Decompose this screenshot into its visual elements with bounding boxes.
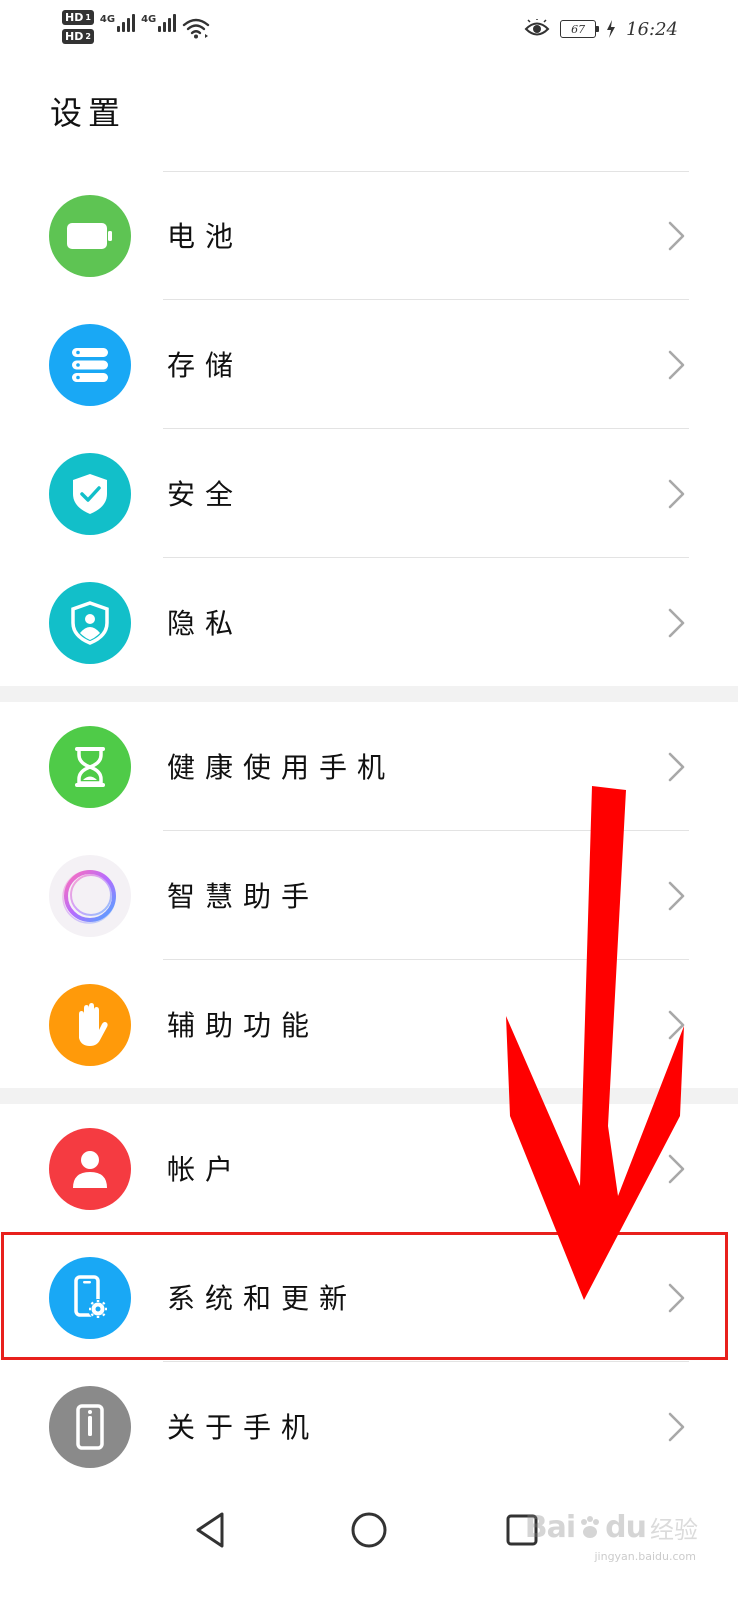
navigation-bar: Bai du 经验 jingyan.baidu.com: [0, 1480, 738, 1600]
settings-item-security[interactable]: 安全: [0, 429, 738, 558]
battery-icon: [49, 195, 131, 277]
chevron-right-icon: [668, 221, 685, 251]
shield-check-icon: [49, 453, 131, 535]
hourglass-icon: [49, 726, 131, 808]
phone-settings-icon: [49, 1257, 131, 1339]
settings-item-label: 帐户: [167, 1153, 244, 1186]
user-icon: [49, 1128, 131, 1210]
status-right: 67 16:24: [524, 14, 678, 44]
settings-item-label: 电池: [167, 220, 244, 253]
settings-item-label: 存储: [167, 349, 244, 382]
battery-indicator: 67: [560, 20, 600, 38]
settings-item-label: 系统和更新: [167, 1282, 358, 1315]
paw-icon: [581, 1515, 600, 1538]
chevron-right-icon: [668, 1010, 685, 1040]
eye-comfort-icon: [524, 19, 550, 36]
signal-sim2-icon: 4G: [141, 14, 177, 32]
watermark-url: jingyan.baidu.com: [594, 1550, 696, 1563]
phone-info-icon: [49, 1386, 131, 1468]
wifi-icon: [183, 18, 210, 39]
settings-item-accounts[interactable]: 帐户: [0, 1104, 738, 1233]
settings-item-label: 健康使用手机: [167, 751, 396, 784]
back-triangle-icon: [196, 1512, 224, 1548]
baidu-watermark: Bai du 经验: [524, 1510, 698, 1545]
settings-group-3: 帐户 系统和更新 关于手机: [0, 1104, 738, 1491]
sim1-hd-badge: HD 1: [62, 10, 94, 25]
assistant-ring-icon: [49, 855, 131, 937]
storage-icon: [49, 324, 131, 406]
settings-item-battery[interactable]: 电池: [0, 171, 738, 300]
settings-item-about-phone[interactable]: 关于手机: [0, 1362, 738, 1491]
group-separator: [0, 1088, 738, 1104]
settings-item-digital-balance[interactable]: 健康使用手机: [0, 702, 738, 831]
chevron-right-icon: [668, 479, 685, 509]
settings-item-storage[interactable]: 存储: [0, 300, 738, 429]
chevron-right-icon: [668, 1283, 685, 1313]
group-separator: [0, 686, 738, 702]
settings-item-label: 隐私: [167, 607, 244, 640]
settings-item-label: 关于手机: [167, 1411, 320, 1444]
settings-item-privacy[interactable]: 隐私: [0, 558, 738, 687]
chevron-right-icon: [668, 1154, 685, 1184]
settings-item-smart-assistant[interactable]: 智慧助手: [0, 831, 738, 960]
home-button[interactable]: [345, 1506, 393, 1554]
page-title: 设置: [50, 94, 127, 132]
charging-icon: [607, 20, 616, 38]
chevron-right-icon: [668, 1412, 685, 1442]
signal-sim1-icon: 4G: [100, 14, 136, 32]
back-button[interactable]: [186, 1506, 234, 1554]
chevron-right-icon: [668, 881, 685, 911]
chevron-right-icon: [668, 608, 685, 638]
sim2-hd-badge: HD 2: [62, 29, 94, 44]
settings-item-label: 辅助功能: [167, 1009, 320, 1042]
settings-item-system-update[interactable]: 系统和更新: [0, 1233, 738, 1362]
chevron-right-icon: [668, 752, 685, 782]
privacy-shield-icon: [49, 582, 131, 664]
settings-item-label: 安全: [167, 478, 244, 511]
home-circle-icon: [351, 1512, 387, 1548]
hand-icon: [49, 984, 131, 1066]
status-bar: HD 1 HD 2 4G 4G 67 16:24: [0, 0, 738, 64]
chevron-right-icon: [668, 350, 685, 380]
settings-group-2: 健康使用手机 智慧助手 辅助功能: [0, 702, 738, 1089]
settings-group-1: 电池 存储 安全 隐私: [0, 171, 738, 687]
settings-item-label: 智慧助手: [167, 880, 320, 913]
settings-item-accessibility[interactable]: 辅助功能: [0, 960, 738, 1089]
sim-indicators: HD 1 HD 2: [62, 10, 94, 44]
status-left: HD 1 HD 2 4G 4G: [62, 10, 210, 50]
clock: 16:24: [626, 18, 678, 40]
